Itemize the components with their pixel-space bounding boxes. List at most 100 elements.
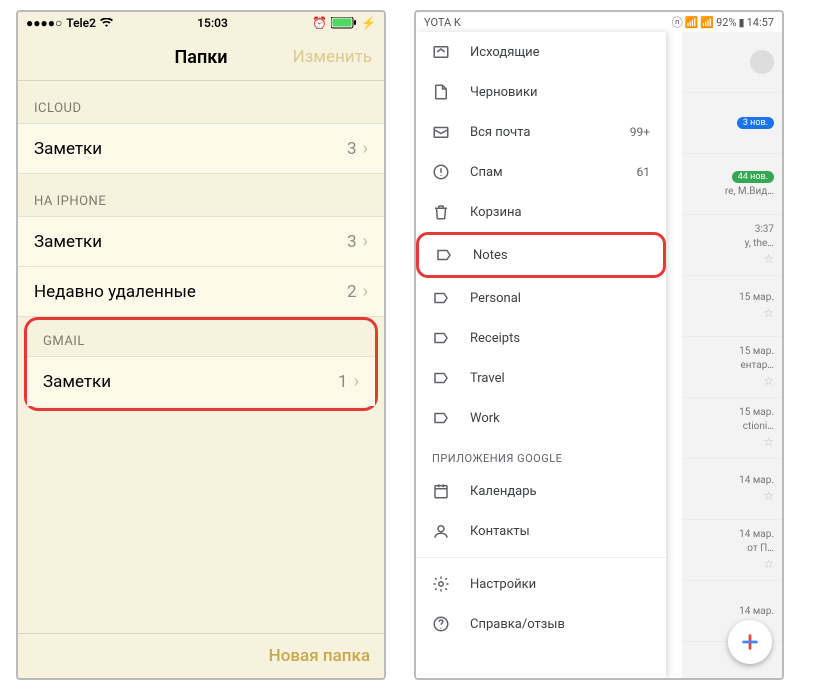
section-header-gmail: GMAIL: [27, 322, 375, 357]
folder-row-recently-deleted[interactable]: Недавно удаленные 2 ›: [18, 266, 384, 317]
folder-label: Заметки: [34, 139, 347, 159]
drawer-section-apps: ПРИЛОЖЕНИЯ GOOGLE: [416, 438, 666, 471]
drawer-label: Work: [470, 411, 650, 426]
drawer-label: Travel: [470, 371, 650, 386]
signal-dots-icon: ●●●●○: [26, 16, 62, 30]
drawer-label: Черновики: [470, 85, 650, 100]
ios-notes-screen: ●●●●○ Tele2 15:03 ⏰ ⚡ Папки Изменить ICL…: [16, 10, 386, 680]
clock-label: 15:03: [197, 16, 228, 30]
outbox-icon: [432, 43, 450, 61]
drawer-item-allmail[interactable]: Вся почта 99+: [416, 112, 666, 152]
drawer-item-settings[interactable]: Настройки: [416, 564, 666, 604]
section-header-iphone: НА IPHONE: [18, 174, 384, 217]
bg-row: 3:37y, the…☆: [682, 215, 782, 276]
android-status-bar: YOTA K ⓝ 📶 📶 92% ▮ 14:57: [416, 12, 782, 32]
drawer-item-personal[interactable]: Personal: [416, 278, 666, 318]
wifi-icon: 📶: [685, 16, 699, 29]
bg-row: 15 мар.ctioni…☆: [682, 398, 782, 459]
ios-bottom-toolbar: Новая папка: [18, 633, 384, 678]
star-icon: ☆: [763, 435, 774, 449]
carrier-label: Tele2: [66, 16, 96, 30]
drawer-item-notes[interactable]: Notes: [416, 232, 666, 278]
divider: [416, 557, 666, 558]
label-icon: [432, 329, 450, 347]
alarm-icon: ⏰: [312, 16, 327, 30]
avatar: [750, 50, 774, 74]
folder-row-gmail-notes[interactable]: Заметки 1 ›: [27, 356, 375, 406]
charging-icon: ⚡: [361, 16, 376, 30]
label-icon: [435, 246, 453, 264]
signal-icon: 📶: [700, 16, 714, 29]
bg-avatar-row: [682, 32, 782, 93]
drawer-item-outbox[interactable]: Исходящие: [416, 32, 666, 72]
folder-count: 1: [338, 372, 348, 392]
bg-row: 14 мар.от П…☆: [682, 520, 782, 581]
clock-label: 14:57: [747, 16, 774, 29]
chevron-right-icon: ›: [363, 281, 368, 302]
drawer-count: 99+: [630, 125, 650, 139]
drawer-item-spam[interactable]: Спам 61: [416, 152, 666, 192]
plus-icon: [739, 631, 761, 653]
section-header-icloud: ICLOUD: [18, 81, 384, 124]
drawer-label: Спам: [470, 165, 617, 180]
label-icon: [432, 369, 450, 387]
battery-icon: [331, 17, 357, 29]
gmail-nav-drawer: Исходящие Черновики Вся почта 99+ Спам 6…: [416, 32, 666, 678]
bg-row: 3 нов.: [682, 93, 782, 154]
help-icon: [432, 615, 450, 633]
contacts-icon: [432, 522, 450, 540]
star-icon: ☆: [763, 252, 774, 266]
drawer-item-contacts[interactable]: Контакты: [416, 511, 666, 551]
badge: 44 нов.: [732, 171, 774, 183]
allmail-icon: [432, 123, 450, 141]
drawer-label: Справка/отзыв: [470, 617, 650, 632]
page-title: Папки: [175, 47, 228, 68]
drawer-label: Notes: [473, 248, 647, 263]
chevron-right-icon: ›: [354, 371, 359, 392]
drawer-count: 61: [637, 165, 651, 179]
folder-row-icloud-notes[interactable]: Заметки 3 ›: [18, 123, 384, 174]
compose-fab[interactable]: [728, 620, 772, 664]
drawer-label: Вся почта: [470, 125, 610, 140]
folder-row-iphone-notes[interactable]: Заметки 3 ›: [18, 216, 384, 267]
drawer-item-work[interactable]: Work: [416, 398, 666, 438]
nfc-icon: ⓝ: [672, 14, 683, 30]
drawer-label: Календарь: [470, 484, 650, 499]
label-icon: [432, 289, 450, 307]
folder-label: Заметки: [34, 232, 347, 252]
bg-row: 14 мар.☆: [682, 459, 782, 520]
battery-icon: ▮: [739, 16, 745, 29]
chevron-right-icon: ›: [363, 138, 368, 159]
drawer-item-trash[interactable]: Корзина: [416, 192, 666, 232]
mail-list-background: 3 нов. 44 нов.re, М.Вид… 3:37y, the…☆ 15…: [682, 32, 782, 678]
star-icon: ☆: [763, 306, 774, 320]
wifi-icon: [100, 18, 113, 28]
ios-nav-bar: Папки Изменить: [18, 34, 384, 81]
carrier-label: YOTA K: [424, 16, 461, 29]
gear-icon: [432, 575, 450, 593]
bg-row: 15 мар.ентар…☆: [682, 337, 782, 398]
folder-count: 3: [347, 232, 357, 252]
star-icon: ☆: [763, 557, 774, 571]
spam-icon: [432, 163, 450, 181]
drawer-item-help[interactable]: Справка/отзыв: [416, 604, 666, 644]
bg-row: 44 нов.re, М.Вид…: [682, 154, 782, 215]
draft-icon: [432, 83, 450, 101]
drawer-item-travel[interactable]: Travel: [416, 358, 666, 398]
new-folder-button[interactable]: Новая папка: [269, 646, 370, 666]
drawer-label: Personal: [470, 291, 650, 306]
edit-button[interactable]: Изменить: [293, 47, 372, 67]
calendar-icon: [432, 482, 450, 500]
drawer-label: Контакты: [470, 524, 650, 539]
drawer-item-receipts[interactable]: Receipts: [416, 318, 666, 358]
folder-count: 2: [347, 282, 357, 302]
folder-label: Заметки: [43, 372, 338, 392]
star-icon: ☆: [763, 374, 774, 388]
gmail-section-highlight: GMAIL Заметки 1 ›: [24, 317, 378, 411]
drawer-label: Исходящие: [470, 45, 650, 60]
trash-icon: [432, 203, 450, 221]
star-icon: ☆: [763, 489, 774, 503]
drawer-item-drafts[interactable]: Черновики: [416, 72, 666, 112]
folder-count: 3: [347, 139, 357, 159]
drawer-item-calendar[interactable]: Календарь: [416, 471, 666, 511]
